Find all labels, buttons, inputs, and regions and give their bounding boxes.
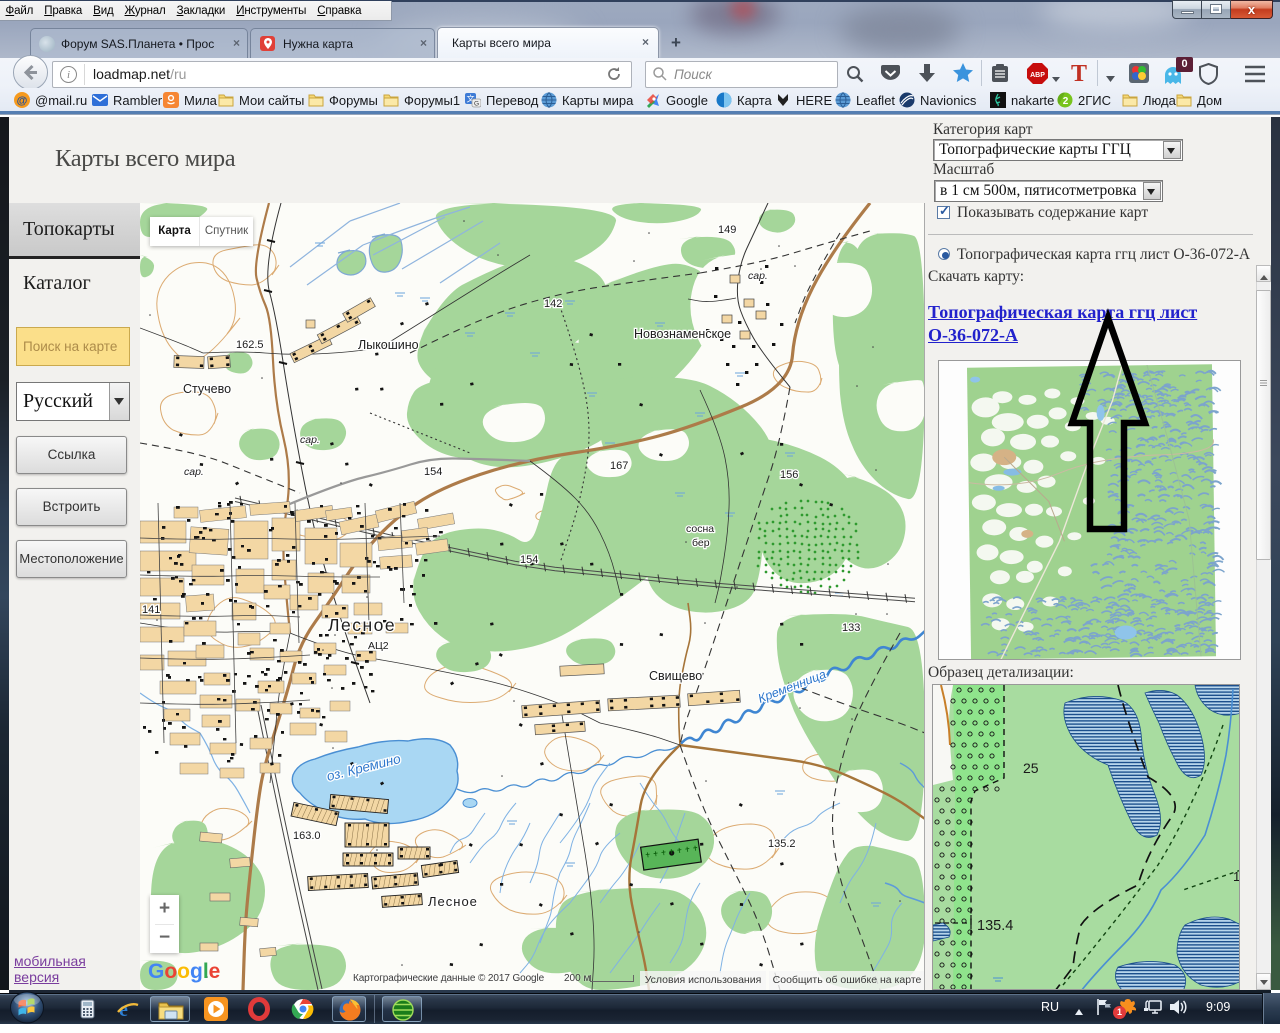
svg-text:167: 167 [610,460,628,472]
svg-text:Лесное: Лесное [328,615,396,635]
svg-text:G: G [474,101,479,108]
svg-text:156: 156 [780,469,798,481]
svg-text:бер: бер [692,537,710,549]
svg-text:@: @ [17,95,28,107]
svg-text:163.0: 163.0 [293,830,321,842]
svg-text:141: 141 [142,604,160,616]
svg-text:149: 149 [718,224,736,236]
svg-text:25: 25 [1023,760,1039,776]
svg-text:сар.: сар. [184,466,204,478]
svg-text:1: 1 [1233,869,1240,884]
svg-text:сар.: сар. [748,270,768,282]
svg-text:сар.: сар. [300,434,320,446]
svg-text:154: 154 [520,554,538,566]
svg-text:сосна: сосна [686,523,714,535]
svg-text:Лыкошино: Лыкошино [358,338,419,352]
svg-text:Свищево: Свищево [649,669,702,683]
svg-text:2: 2 [1063,96,1069,107]
svg-text:Новознаменское: Новознаменское [634,327,731,341]
svg-text:154: 154 [424,466,442,478]
svg-text:АЦ2: АЦ2 [368,640,389,652]
svg-text:Стучево: Стучево [183,382,231,396]
svg-text:ABP: ABP [1030,72,1045,79]
svg-text:135.4: 135.4 [977,918,1013,934]
svg-text:142: 142 [544,298,562,310]
svg-text:Лесное: Лесное [428,894,478,909]
svg-text:135.2: 135.2 [768,838,796,850]
svg-text:133: 133 [842,622,860,634]
svg-text:162.5: 162.5 [236,339,264,351]
